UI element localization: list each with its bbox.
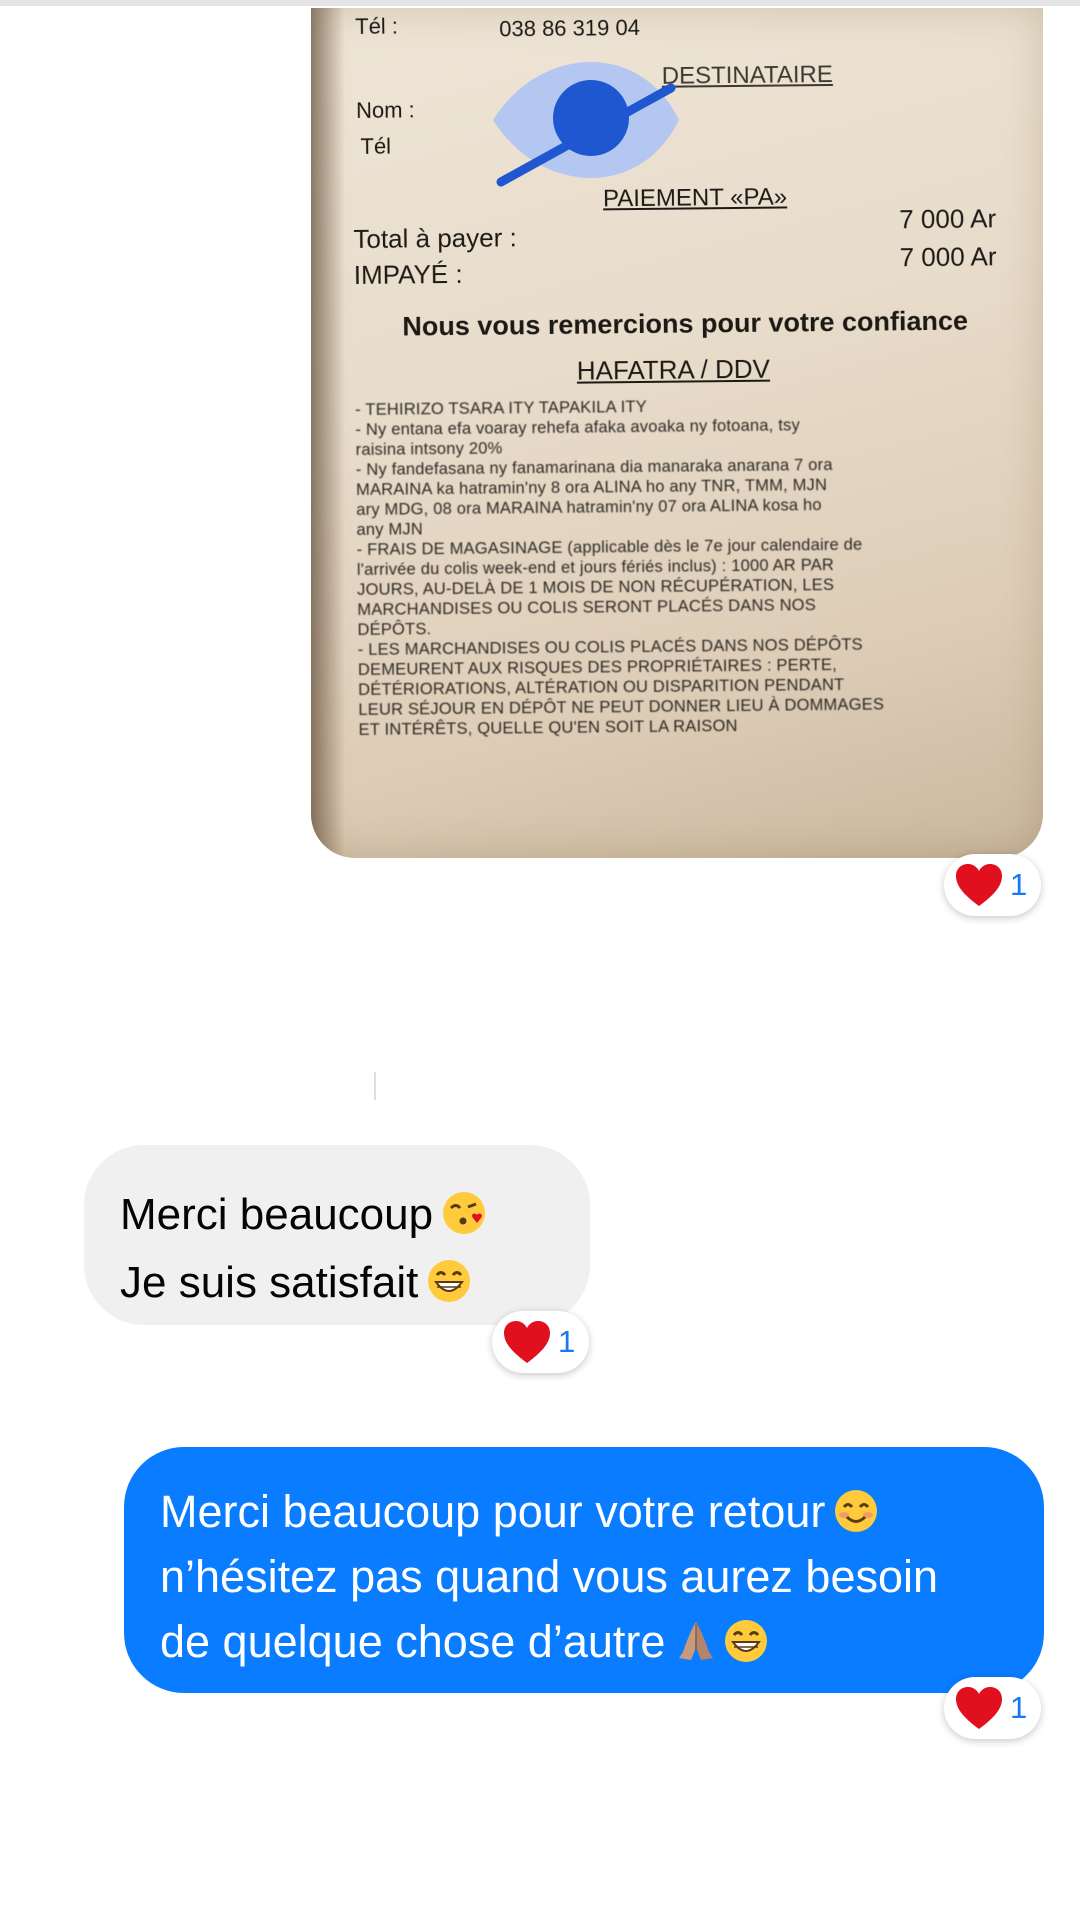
receipt-total-label: Total à payer :	[353, 222, 517, 254]
receipt-recipient-heading: DESTINATAIRE	[661, 60, 834, 90]
receipt-tel-label: Tél :	[355, 13, 399, 39]
receipt-impaye-value: 7 000 Ar	[899, 241, 997, 273]
chat-screen: Tél : 038 86 319 04 DESTINATAIRE Nom : T…	[0, 0, 1080, 1920]
receipt-document: Tél : 038 86 319 04 DESTINATAIRE Nom : T…	[351, 8, 1040, 858]
eye-slash-icon[interactable]	[481, 48, 681, 188]
receipt-thanks: Nous vous remercions pour votre confianc…	[402, 305, 969, 342]
incoming-line-2-text: Je suis satisfait	[120, 1258, 419, 1307]
outgoing-reaction-badge[interactable]: 1	[944, 1677, 1042, 1739]
outgoing-line-1-text: Merci beaucoup pour votre retour	[160, 1486, 826, 1537]
receipt-tel-value: 038 86 319 04	[499, 14, 641, 42]
heart-icon	[956, 864, 1002, 906]
photo-edge-shadow	[311, 8, 345, 858]
outgoing-line-2: n’hésitez pas quand vous aurez besoin	[160, 1551, 939, 1602]
heart-icon	[956, 1687, 1002, 1729]
outgoing-line-3-text: de quelque chose d’autre	[160, 1616, 666, 1667]
incoming-line-1-text: Merci beaucoup	[120, 1190, 434, 1239]
receipt-fine-print: - TEHIRIZO TSARA ITY TAPAKILA ITY - Ny e…	[355, 393, 999, 740]
smiling-face-emoji-icon	[835, 1490, 878, 1533]
receipt-tel2-label: Tél	[360, 133, 392, 159]
heart-icon	[504, 1321, 550, 1363]
grinning-face-emoji-icon	[725, 1620, 768, 1663]
reaction-count: 1	[1010, 867, 1028, 902]
typing-separator	[374, 1072, 376, 1100]
receipt-nom-label: Nom :	[355, 97, 415, 123]
folded-hands-emoji-icon	[679, 1622, 714, 1661]
photo-reaction-badge[interactable]: 1	[944, 854, 1042, 916]
incoming-message-bubble[interactable]: Merci beaucoup Je suis satisfait	[84, 1145, 590, 1325]
reaction-count: 1	[1010, 1690, 1028, 1725]
top-divider	[0, 0, 1080, 6]
reaction-count: 1	[558, 1324, 576, 1359]
receipt-impaye-label: IMPAYÉ :	[353, 258, 463, 290]
incoming-line-1: Merci beaucoup	[120, 1181, 590, 1249]
outgoing-line-3: de quelque chose d’autre	[160, 1609, 1044, 1674]
outgoing-line-1: Merci beaucoup pour votre retour	[160, 1479, 1044, 1544]
outgoing-message-bubble[interactable]: Merci beaucoup pour votre retour n’hésit…	[124, 1447, 1044, 1693]
receipt-total-value: 7 000 Ar	[899, 203, 997, 235]
receipt-photo-message[interactable]: Tél : 038 86 319 04 DESTINATAIRE Nom : T…	[311, 8, 1043, 858]
incoming-line-2: Je suis satisfait	[120, 1249, 590, 1317]
incoming-reaction-badge[interactable]: 1	[492, 1311, 590, 1373]
receipt-brand: HAFATRA / DDV	[576, 353, 771, 386]
grinning-face-emoji-icon	[428, 1260, 471, 1303]
kissing-face-emoji-icon	[443, 1192, 486, 1235]
